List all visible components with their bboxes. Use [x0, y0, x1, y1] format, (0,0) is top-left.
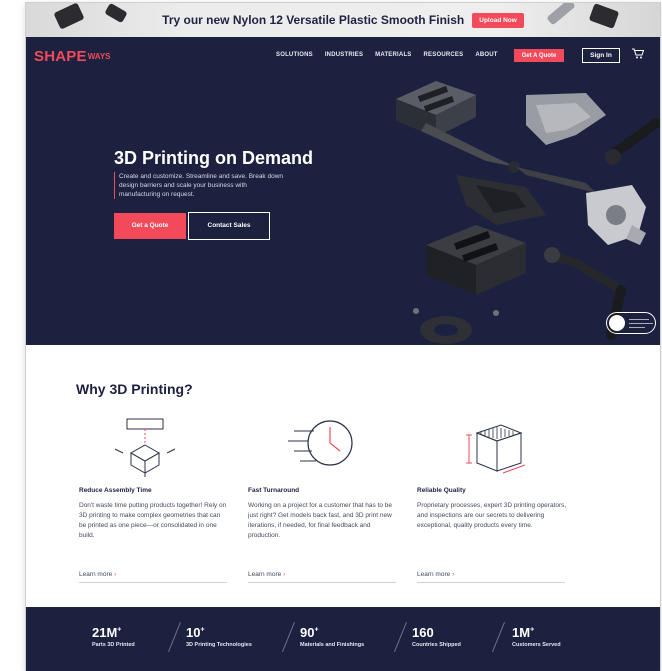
promo-banner: Try our new Nylon 12 Versatile Plastic S… — [26, 3, 660, 37]
feature-description: Working on a project for a customer that… — [248, 502, 393, 539]
arrow-right-icon: › — [114, 571, 117, 578]
hero-title: 3D Printing on Demand — [114, 148, 314, 168]
feature-description: Don't waste time putting products togeth… — [79, 502, 227, 539]
stat-customers: 1M+ Customers Served — [512, 625, 561, 648]
feature-heading: Reliable Quality — [417, 487, 466, 494]
nav-item-solutions[interactable]: SOLUTIONS — [276, 52, 313, 58]
get-a-quote-button[interactable]: Get A Quote — [514, 49, 564, 62]
learn-more-link[interactable]: Learn more › — [417, 571, 565, 583]
why-section-title: Why 3D Printing? — [76, 381, 193, 397]
certification-badge — [606, 312, 656, 334]
assembly-cube-icon — [114, 418, 176, 477]
divider — [492, 621, 505, 653]
nav-item-resources[interactable]: RESOURCES — [424, 52, 464, 58]
cart-icon[interactable] — [632, 48, 645, 62]
hero-description: Create and customize. Streamline and sav… — [114, 172, 284, 199]
feature-description: Proprietary processes, expert 3D printin… — [417, 502, 567, 529]
arrow-right-icon: › — [452, 571, 455, 578]
upload-now-button[interactable]: Upload Now — [472, 12, 524, 28]
nav-item-materials[interactable]: MATERIALS — [375, 52, 411, 58]
stopwatch-icon — [288, 420, 353, 466]
3d-printed-parts-image — [396, 81, 660, 344]
divider — [394, 621, 407, 653]
nav-item-industries[interactable]: INDUSTRIES — [325, 52, 363, 58]
divider — [168, 621, 181, 653]
stat-technologies: 10+ 3D Printing Technologies — [186, 625, 252, 648]
main-nav: SHAPEWAYS SOLUTIONS INDUSTRIES MATERIALS… — [26, 37, 660, 75]
stat-materials: 90+ Materials and Finishings — [300, 625, 365, 648]
hero-section: 3D Printing on Demand Create and customi… — [26, 75, 660, 345]
feature-heading: Fast Turnaround — [248, 487, 300, 494]
sign-in-button[interactable]: Sign In — [582, 48, 620, 63]
stat-parts-printed: 21M+ Parts 3D Printed — [92, 625, 135, 648]
promo-part-image — [588, 3, 620, 29]
arrow-right-icon: › — [283, 571, 286, 578]
get-a-quote-cta-button[interactable]: Get a Quote — [114, 213, 186, 239]
promo-part-image — [546, 3, 576, 26]
nav-menu: SOLUTIONS INDUSTRIES MATERIALS RESOURCES… — [276, 52, 498, 58]
promo-part-image — [53, 3, 85, 30]
stats-bar: 21M+ Parts 3D Printed 10+ 3D Printing Te… — [26, 607, 660, 671]
contact-sales-button[interactable]: Contact Sales — [188, 212, 270, 240]
quality-box-icon — [466, 424, 526, 474]
promo-text: Try our new Nylon 12 Versatile Plastic S… — [162, 13, 465, 27]
learn-more-link[interactable]: Learn more › — [79, 571, 227, 583]
divider — [282, 621, 295, 653]
nav-item-about[interactable]: ABOUT — [475, 52, 497, 58]
feature-heading: Reduce Assembly Time — [79, 487, 152, 494]
promo-part-image — [104, 3, 128, 24]
learn-more-link[interactable]: Learn more › — [248, 571, 396, 583]
logo[interactable]: SHAPEWAYS — [34, 48, 111, 65]
stat-countries: 160 Countries Shipped — [412, 625, 461, 648]
browser-page: Try our new Nylon 12 Versatile Plastic S… — [26, 3, 660, 671]
